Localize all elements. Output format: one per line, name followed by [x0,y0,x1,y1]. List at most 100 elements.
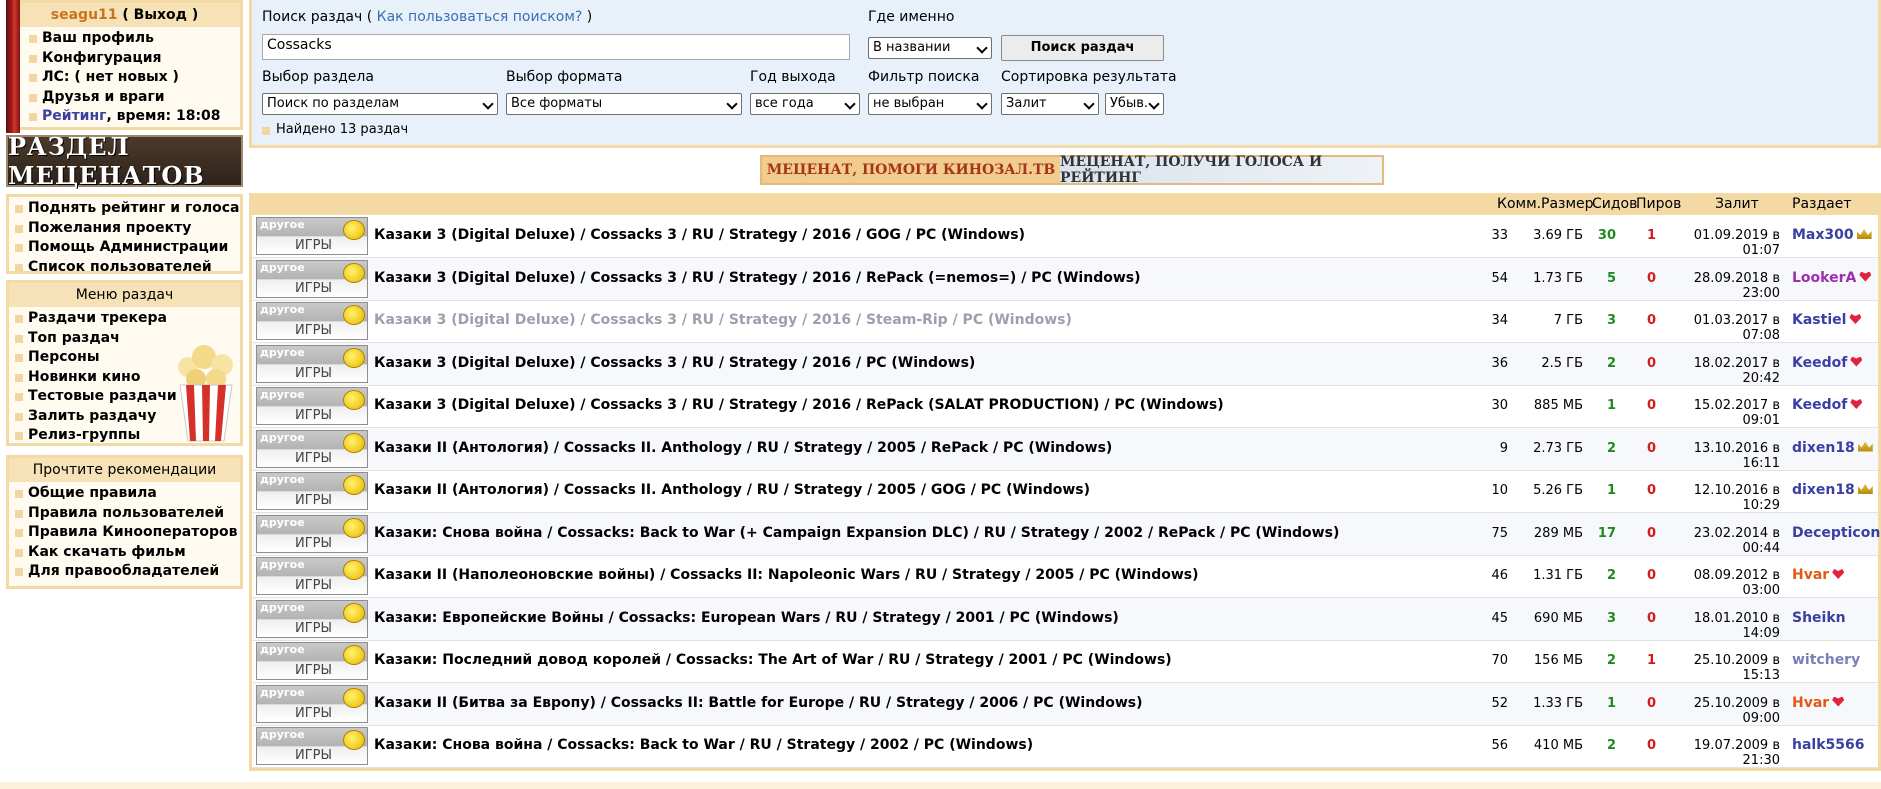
uploader-link[interactable]: Decepticon [1792,525,1880,541]
raise-rating-link[interactable]: Поднять рейтинг и голоса [15,199,240,219]
release-title-link[interactable]: Казаки 3 (Digital Deluxe) / Cossacks 3 /… [374,397,1224,413]
category-badge[interactable]: другое ИГРЫ [256,684,368,723]
category-badge[interactable]: другое ИГРЫ [256,302,368,340]
filter-select[interactable]: не выбран [868,93,992,115]
comments-count: 70 [1491,653,1508,668]
user-panel: seagu11 ( Выход ) Ваш профиль Конфигурац… [6,0,243,133]
heart-icon [1832,696,1845,707]
release-title-link[interactable]: Казаки II (Антология) / Cossacks II. Ant… [374,440,1112,456]
profile-link[interactable]: Ваш профиль [29,29,240,49]
category-badge[interactable]: другое ИГРЫ [256,514,368,553]
recommendations-title: Прочтите рекомендации [9,458,240,482]
leech-count: 0 [1646,610,1656,626]
category-badge[interactable]: другое ИГРЫ [256,472,368,510]
release-title-link[interactable]: Казаки 3 (Digital Deluxe) / Cossacks 3 /… [374,227,1025,243]
section-select[interactable]: Поиск по разделам [262,93,498,115]
logout-link[interactable]: ( Выход ) [122,7,198,23]
category-badge[interactable]: другое ИГРЫ [256,599,368,638]
rating-link[interactable]: Рейтинг [42,108,106,124]
col-uploader[interactable]: Раздает [1792,196,1852,212]
where-select[interactable]: В названии [868,37,992,59]
user-rules-link[interactable]: Правила пользователей [15,504,240,524]
col-seeds[interactable]: Сидов [1592,196,1637,212]
uploader-cell: Keedof [1792,355,1863,371]
admin-help-link[interactable]: Помощь Администрации [15,238,240,258]
uploader-link[interactable]: Hvar [1792,695,1829,711]
smiley-icon [343,730,365,750]
leech-count: 1 [1646,228,1656,243]
category-bottom: ИГРЫ [295,663,332,678]
uploader-cell: Sheikn [1792,610,1846,626]
release-title-link[interactable]: Казаки: Снова война / Cossacks: Back to … [374,737,1033,753]
how-to-download-link[interactable]: Как скачать фильм [15,543,240,563]
username-link[interactable]: seagu11 [51,7,118,23]
search-help-link[interactable]: Как пользоваться поиском? [377,9,583,25]
release-title-link[interactable]: Казаки 3 (Digital Deluxe) / Cossacks 3 /… [374,312,1072,328]
help-close: ) [582,9,593,25]
format-select[interactable]: Все форматы [506,93,742,115]
promo-banner[interactable]: МЕЦЕНАТ, ПОМОГИ КИНОЗАЛ.ТВ МЕЦЕНАТ, ПОЛУ… [760,154,1384,186]
category-badge[interactable]: другое ИГРЫ [256,727,368,765]
release-title-link[interactable]: Казаки: Последний довод королей / Cossac… [374,652,1172,668]
rightholders-link[interactable]: Для правообладателей [15,562,240,582]
release-title-link[interactable]: Казаки 3 (Digital Deluxe) / Cossacks 3 /… [374,270,1141,286]
col-comments[interactable]: Комм. [1497,196,1541,212]
release-title-link[interactable]: Казаки: Снова война / Cossacks: Back to … [374,525,1339,541]
uploader-link[interactable]: Keedof [1792,355,1847,371]
uploader-link[interactable]: halk5566 [1792,737,1865,753]
uploader-link[interactable]: Keedof [1792,397,1847,413]
table-row: другое ИГРЫ Казаки: Европейские Войны / Co… [252,597,1878,641]
seeds-count: 30 [1597,228,1616,243]
uploader-link[interactable]: Max300 [1792,227,1854,243]
category-badge[interactable]: другое ИГРЫ [256,429,368,468]
wishes-link[interactable]: Пожелания проекту [15,219,240,239]
category-badge[interactable]: другое ИГРЫ [256,259,368,298]
sponsors-banner[interactable]: РАЗДЕЛ МЕЦЕНАТОВ [6,132,243,190]
uploader-link[interactable]: Sheikn [1792,610,1846,626]
leech-count: 0 [1646,270,1656,286]
uploader-cell: halk5566 [1792,737,1865,753]
messages-link[interactable]: ЛС: ( нет новых ) [29,68,240,88]
col-uploaded[interactable]: Залит [1715,196,1759,212]
comments-count: 56 [1491,738,1508,753]
year-select[interactable]: все года [750,93,860,115]
tracker-releases-link[interactable]: Раздачи трекера [15,309,240,329]
promo-right[interactable]: МЕЦЕНАТ, ПОЛУЧИ ГОЛОСА И РЕЙТИНГ [1060,154,1382,186]
friends-link[interactable]: Друзья и враги [29,88,240,108]
category-badge[interactable]: другое ИГРЫ [256,387,368,425]
order-select[interactable]: Убыв. [1105,93,1164,115]
release-title-link[interactable]: Казаки II (Битва за Европу) / Cossacks I… [374,695,1142,711]
col-size[interactable]: Размер [1541,196,1594,212]
config-link[interactable]: Конфигурация [29,49,240,69]
general-rules-link[interactable]: Общие правила [15,484,240,504]
col-leech[interactable]: Пиров [1636,196,1681,212]
uploader-link[interactable]: LookerA [1792,270,1856,286]
category-badge[interactable]: другое ИГРЫ [256,344,368,383]
comments-count: 10 [1491,483,1508,498]
table-row: другое ИГРЫ Казаки 3 (Digital Deluxe) / Co… [252,342,1878,386]
release-title-link[interactable]: Казаки: Европейские Войны / Cossacks: Eu… [374,610,1119,626]
uploader-link[interactable]: witchery [1792,652,1860,668]
uploader-link[interactable]: dixen18 [1792,482,1855,498]
category-top: другое [260,388,305,401]
search-input[interactable]: Cossacks [262,34,850,60]
user-list-link[interactable]: Список пользователей [15,258,240,278]
release-title-link[interactable]: Казаки II (Наполеоновские войны) / Cossa… [374,567,1199,583]
leech-count: 1 [1646,653,1656,668]
smiley-icon [343,475,365,495]
uploader-link[interactable]: Hvar [1792,567,1829,583]
seeds-count: 1 [1606,398,1616,413]
uploader-link[interactable]: dixen18 [1792,440,1855,456]
release-title-link[interactable]: Казаки II (Антология) / Cossacks II. Ant… [374,482,1090,498]
release-title-link[interactable]: Казаки 3 (Digital Deluxe) / Cossacks 3 /… [374,355,975,371]
search-button[interactable]: Поиск раздач [1001,35,1164,61]
links-panel: Поднять рейтинг и голоса Пожелания проек… [6,194,243,275]
category-badge[interactable]: другое ИГРЫ [256,217,368,255]
operator-rules-link[interactable]: Правила Кинооператоров [15,523,240,543]
category-badge[interactable]: другое ИГРЫ [256,642,368,680]
uploader-link[interactable]: Kastiel [1792,312,1846,328]
size-value: 1.31 ГБ [1533,568,1583,583]
promo-left[interactable]: МЕЦЕНАТ, ПОМОГИ КИНОЗАЛ.ТВ [762,157,1060,183]
category-badge[interactable]: другое ИГРЫ [256,557,368,595]
sort-select[interactable]: Залит [1001,93,1099,115]
